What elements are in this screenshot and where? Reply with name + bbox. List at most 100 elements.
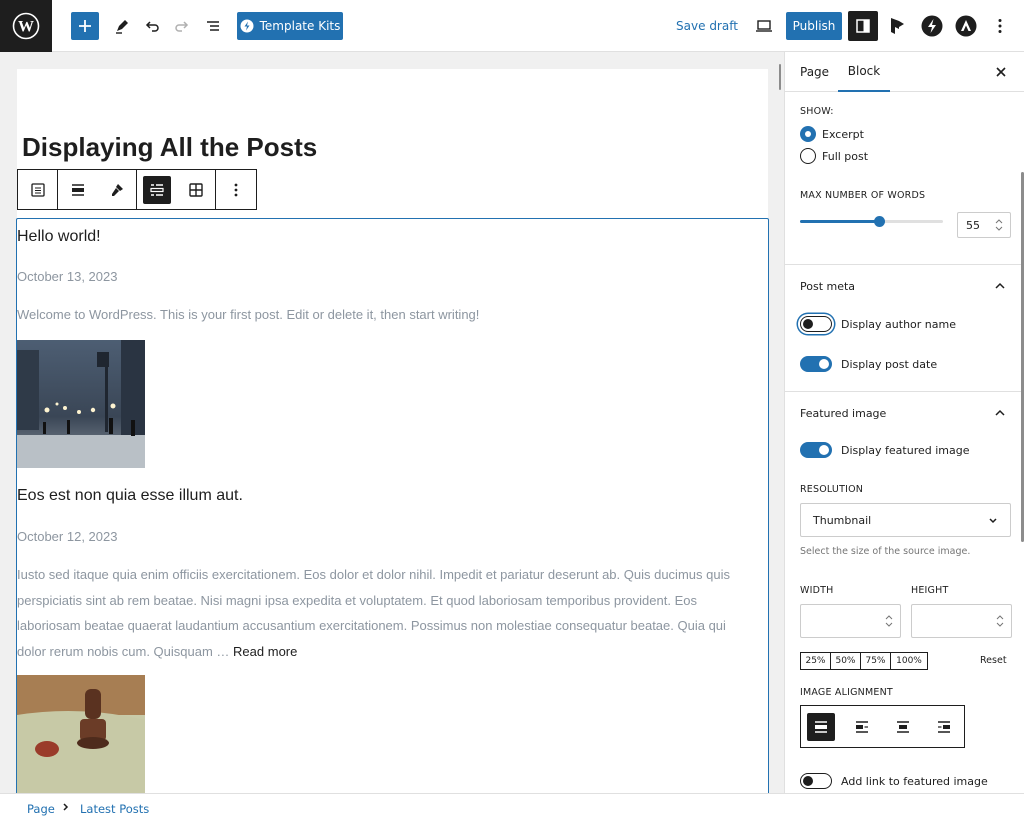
chevron-right-icon <box>63 803 69 811</box>
template-kits-button[interactable]: Template Kits <box>237 12 343 40</box>
post-date: October 13, 2023 <box>17 269 118 284</box>
tools-button[interactable] <box>110 12 134 40</box>
spinner-arrows-icon <box>885 615 893 627</box>
slider-handle[interactable] <box>873 216 885 227</box>
breadcrumb-latest-posts[interactable]: Latest Posts <box>80 802 149 816</box>
plugin-button-2[interactable] <box>920 12 944 40</box>
settings-panel-toggle[interactable] <box>848 11 878 41</box>
display-date-toggle[interactable] <box>800 356 832 372</box>
redo-icon <box>175 21 189 32</box>
align-none-icon <box>71 183 84 196</box>
align-left-icon <box>856 720 869 733</box>
height-input[interactable] <box>911 604 1012 638</box>
panel-divider <box>785 391 1024 392</box>
align-center-button[interactable] <box>883 706 924 747</box>
percent-50-button[interactable]: 50% <box>831 653 861 669</box>
grid-view-icon <box>188 182 203 197</box>
styles-button[interactable] <box>97 170 136 209</box>
block-type-button[interactable] <box>18 170 57 209</box>
save-draft-button[interactable]: Save draft <box>674 12 740 40</box>
document-overview-button[interactable] <box>201 12 225 40</box>
more-vertical-icon <box>998 19 1002 33</box>
link-featured-image-label: Add link to featured image <box>841 775 988 788</box>
post-featured-image <box>17 675 145 803</box>
block-options-button[interactable] <box>216 170 255 209</box>
bolt-badge-icon <box>921 15 943 37</box>
options-button[interactable] <box>990 12 1010 40</box>
resolution-label: RESOLUTION <box>800 484 864 495</box>
undo-button[interactable] <box>140 12 164 40</box>
percent-100-button[interactable]: 100% <box>891 653 927 669</box>
width-input[interactable] <box>800 604 901 638</box>
display-featured-image-toggle[interactable] <box>800 442 832 458</box>
excerpt-radio-label: Excerpt <box>822 128 864 141</box>
desktop-preview-icon <box>756 20 772 32</box>
align-center-icon <box>896 720 909 733</box>
size-percent-group: 25% 50% 75% 100% <box>800 652 928 670</box>
wordpress-icon: W <box>12 12 40 40</box>
align-left-button[interactable] <box>842 706 883 747</box>
publish-button[interactable]: Publish <box>786 12 842 40</box>
full-post-radio[interactable] <box>800 148 816 164</box>
chevron-up-icon[interactable] <box>994 280 1006 292</box>
post-list-icon <box>30 182 45 197</box>
post-title[interactable]: Eos est non quia esse illum aut. <box>17 487 243 505</box>
show-label: SHOW: <box>800 106 834 117</box>
page-title[interactable]: Displaying All the Posts <box>22 132 317 163</box>
canvas-scrollbar[interactable] <box>779 64 781 90</box>
display-featured-image-label: Display featured image <box>841 444 970 457</box>
spinner-arrows-icon <box>995 219 1003 231</box>
featured-image-panel-title[interactable]: Featured image <box>800 407 886 420</box>
align-button[interactable] <box>58 170 97 209</box>
grid-view-toggle[interactable] <box>176 170 215 209</box>
post-featured-image <box>17 340 145 468</box>
align-none-icon <box>815 720 828 733</box>
more-vertical-icon <box>234 183 237 196</box>
max-words-slider[interactable] <box>800 216 943 227</box>
close-sidebar-button[interactable] <box>993 64 1009 80</box>
percent-25-button[interactable]: 25% <box>801 653 831 669</box>
chevron-up-icon[interactable] <box>994 407 1006 419</box>
astra-icon <box>955 15 977 37</box>
add-block-button[interactable] <box>71 12 99 40</box>
chevron-down-icon <box>989 518 997 524</box>
post-excerpt: Welcome to WordPress. This is your first… <box>17 307 480 322</box>
excerpt-radio[interactable] <box>800 126 816 142</box>
width-label: WIDTH <box>800 585 834 596</box>
percent-75-button[interactable]: 75% <box>861 653 891 669</box>
breadcrumb-page[interactable]: Page <box>27 802 55 816</box>
slider-fill <box>800 220 879 223</box>
align-none-button[interactable] <box>801 706 842 747</box>
sidebar-tabs: Page Block <box>785 52 1024 92</box>
block-toolbar <box>17 169 257 210</box>
align-right-icon <box>937 720 950 733</box>
plugin-button-3[interactable] <box>954 12 978 40</box>
max-words-label: MAX NUMBER OF WORDS <box>800 190 926 201</box>
list-view-icon <box>149 183 164 196</box>
wordpress-logo-button[interactable]: W <box>0 0 52 52</box>
tab-block[interactable]: Block <box>838 52 890 92</box>
link-featured-image-toggle[interactable] <box>800 773 832 789</box>
template-kits-icon <box>240 19 254 33</box>
post-title[interactable]: Hello world! <box>17 228 101 246</box>
height-label: HEIGHT <box>911 585 949 596</box>
list-view-toggle[interactable] <box>137 170 176 209</box>
image-alignment-group <box>800 705 965 748</box>
align-right-button[interactable] <box>923 706 964 747</box>
brush-icon <box>111 183 123 196</box>
sidebar-icon <box>856 19 870 33</box>
post-meta-panel-title[interactable]: Post meta <box>800 280 855 293</box>
resolution-select[interactable]: Thumbnail <box>800 503 1011 537</box>
post-date: October 12, 2023 <box>17 529 118 544</box>
read-more-link[interactable]: Read more <box>233 644 297 659</box>
plugin-p-icon <box>891 18 904 34</box>
preview-button[interactable] <box>752 12 776 40</box>
reset-button[interactable]: Reset <box>980 655 1007 666</box>
display-author-toggle[interactable] <box>800 316 832 332</box>
redo-button[interactable] <box>170 12 194 40</box>
display-date-label: Display post date <box>841 358 938 371</box>
latest-posts-block[interactable]: Hello world! October 13, 2023 Welcome to… <box>16 218 769 818</box>
max-words-input[interactable]: 55 <box>957 212 1011 238</box>
plugin-button-1[interactable] <box>886 12 910 40</box>
tab-page[interactable]: Page <box>800 52 829 92</box>
